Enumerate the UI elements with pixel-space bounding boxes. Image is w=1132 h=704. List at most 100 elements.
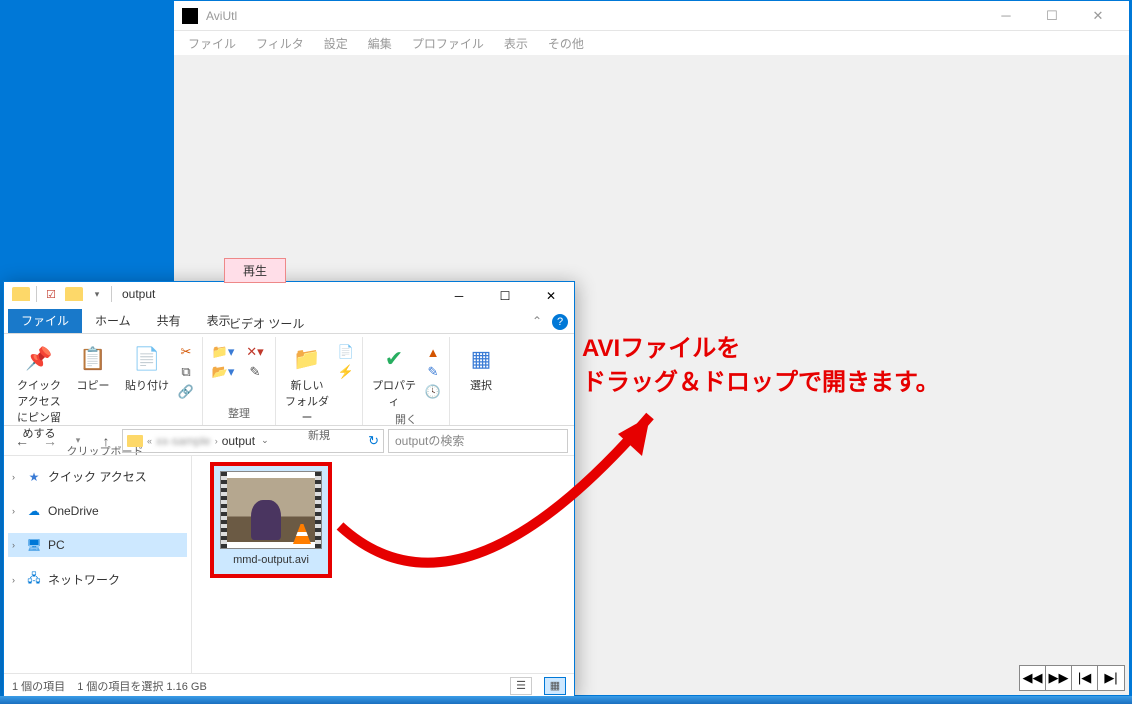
- content-pane[interactable]: mmd-output.avi: [192, 456, 574, 673]
- tab-video-tools[interactable]: ビデオ ツール: [218, 312, 315, 336]
- delete-icon[interactable]: ✕▾: [241, 343, 269, 361]
- qat-dropdown[interactable]: ▾: [89, 286, 105, 302]
- cut-icon[interactable]: ✂: [176, 343, 196, 361]
- aviutl-titlebar[interactable]: AviUtl ─ ☐ ✕: [174, 1, 1129, 31]
- ribbon-group-new: 📁 新しい フォルダー 📄 ⚡ 新規: [276, 337, 363, 425]
- address-bar-row: ← → ▾ ↑ « xx-sample › output ⌄ ↻ outputの…: [4, 426, 574, 456]
- nav-onedrive[interactable]: › ☁ OneDrive: [8, 499, 187, 523]
- menu-edit[interactable]: 編集: [360, 33, 400, 54]
- move-to-icon[interactable]: 📁▾: [209, 343, 237, 361]
- breadcrumb-dropdown-icon[interactable]: ⌄: [259, 435, 271, 446]
- status-bar: 1 個の項目 1 個の項目を選択 1.16 GB ☰ ▦: [4, 673, 574, 697]
- history-icon[interactable]: 🕓: [423, 383, 443, 401]
- quick-access-toolbar: ☑ ▾ output: [4, 282, 163, 306]
- folder-icon: [127, 435, 143, 447]
- nav-pc[interactable]: › 🖥 PC: [8, 533, 187, 557]
- new-folder-button[interactable]: 📁 新しい フォルダー: [282, 343, 332, 425]
- menu-file[interactable]: ファイル: [180, 33, 244, 54]
- refresh-icon[interactable]: ↻: [368, 433, 379, 449]
- ribbon-label-select: [456, 407, 506, 425]
- copy-button[interactable]: 📋 コピー: [68, 343, 118, 393]
- copy-to-icon[interactable]: 📂▾: [209, 363, 237, 381]
- folder-icon: [65, 287, 83, 301]
- back-button[interactable]: ←: [10, 429, 34, 453]
- folder-icon: [12, 287, 30, 301]
- pin-icon: 📌: [23, 343, 55, 375]
- copy-path-icon[interactable]: ⧉: [176, 363, 196, 381]
- ribbon-group-open: ✔ プロパティ ▲ ✎ 🕓 開く: [363, 337, 450, 425]
- easy-access-icon[interactable]: ⚡: [336, 363, 356, 381]
- aviutl-menubar: ファイル フィルタ 設定 編集 プロファイル 表示 その他: [174, 31, 1129, 55]
- caret-icon[interactable]: ›: [12, 575, 15, 585]
- breadcrumb-current[interactable]: output: [222, 434, 255, 448]
- explorer-titlebar[interactable]: ☑ ▾ output 再生 ─ ☐ ✕: [4, 282, 574, 312]
- forward-button[interactable]: ▶▶: [1046, 666, 1072, 690]
- ribbon-label-organize: 整理: [209, 403, 269, 425]
- up-button[interactable]: ↑: [94, 429, 118, 453]
- menu-other[interactable]: その他: [540, 33, 592, 54]
- nav-quick-access[interactable]: › ★ クイック アクセス: [8, 464, 187, 489]
- tab-file[interactable]: ファイル: [8, 309, 82, 333]
- explorer-body: › ★ クイック アクセス › ☁ OneDrive › 🖥 PC › 🖧 ネッ…: [4, 456, 574, 673]
- rewind-button[interactable]: ◀◀: [1020, 666, 1046, 690]
- maximize-button[interactable]: ☐: [482, 282, 528, 310]
- qat-checkbox-icon[interactable]: ☑: [43, 286, 59, 302]
- help-icon[interactable]: ?: [552, 314, 568, 330]
- aviutl-app-icon: [182, 8, 198, 24]
- tab-home[interactable]: ホーム: [82, 309, 144, 333]
- taskbar-strip: [0, 696, 1132, 704]
- network-icon: 🖧: [26, 572, 42, 588]
- caret-icon[interactable]: ›: [12, 540, 15, 550]
- paste-button[interactable]: 📄 貼り付け: [122, 343, 172, 393]
- properties-icon: ✔: [378, 343, 410, 375]
- explorer-window: ☑ ▾ output 再生 ─ ☐ ✕ ファイル ホーム 共有 表示 ビデオ ツ…: [3, 281, 575, 698]
- video-thumbnail: [221, 472, 321, 548]
- menu-profile[interactable]: プロファイル: [404, 33, 492, 54]
- paste-icon: 📄: [131, 343, 163, 375]
- menu-settings[interactable]: 設定: [316, 33, 356, 54]
- copy-icon: 📋: [77, 343, 109, 375]
- new-item-icon[interactable]: 📄: [336, 343, 356, 361]
- search-input[interactable]: outputの検索: [388, 429, 568, 453]
- caret-icon[interactable]: ›: [12, 472, 15, 482]
- playback-controls: ◀◀ ▶▶ |◀ ▶|: [1019, 665, 1125, 691]
- menu-view[interactable]: 表示: [496, 33, 536, 54]
- select-button[interactable]: ▦ 選択: [456, 343, 506, 393]
- open-icon[interactable]: ▲: [423, 343, 443, 361]
- ribbon-group-organize: 📁▾ 📂▾ ✕▾ ✎ 整理: [203, 337, 276, 425]
- close-button[interactable]: ✕: [1075, 1, 1121, 31]
- minimize-button[interactable]: ─: [983, 1, 1029, 31]
- close-button[interactable]: ✕: [528, 282, 574, 310]
- forward-button[interactable]: →: [38, 429, 62, 453]
- minimize-button[interactable]: ─: [436, 282, 482, 310]
- tab-share[interactable]: 共有: [144, 309, 194, 333]
- ribbon-group-select: ▦ 選択: [450, 337, 512, 425]
- breadcrumb-blurred[interactable]: xx-sample: [156, 434, 211, 448]
- context-tab-playback[interactable]: 再生: [224, 258, 286, 283]
- file-tile-mmd-output[interactable]: mmd-output.avi: [210, 462, 332, 578]
- ribbon-collapse-icon[interactable]: ⌃: [532, 314, 542, 330]
- nav-network[interactable]: › 🖧 ネットワーク: [8, 567, 187, 592]
- tiles-view-button[interactable]: ▦: [544, 677, 566, 695]
- skip-end-button[interactable]: ▶|: [1098, 666, 1124, 690]
- star-icon: ★: [26, 469, 42, 485]
- recent-dropdown[interactable]: ▾: [66, 429, 90, 453]
- file-name: mmd-output.avi: [233, 554, 309, 566]
- search-placeholder: outputの検索: [395, 432, 464, 449]
- paste-shortcut-icon[interactable]: 🔗: [176, 383, 196, 401]
- ribbon: 📌 クイック アクセス にピン留めする 📋 コピー 📄 貼り付け ✂ ⧉ 🔗 ク: [4, 334, 574, 426]
- details-view-button[interactable]: ☰: [510, 677, 532, 695]
- maximize-button[interactable]: ☐: [1029, 1, 1075, 31]
- caret-icon[interactable]: ›: [12, 506, 15, 516]
- vlc-overlay-icon: [293, 524, 311, 544]
- rename-icon[interactable]: ✎: [241, 363, 269, 381]
- ribbon-group-clipboard: 📌 クイック アクセス にピン留めする 📋 コピー 📄 貼り付け ✂ ⧉ 🔗 ク: [8, 337, 203, 425]
- new-folder-icon: 📁: [291, 343, 323, 375]
- edit-icon[interactable]: ✎: [423, 363, 443, 381]
- menu-filter[interactable]: フィルタ: [248, 33, 312, 54]
- cloud-icon: ☁: [26, 503, 42, 519]
- address-bar[interactable]: « xx-sample › output ⌄ ↻: [122, 429, 384, 453]
- properties-button[interactable]: ✔ プロパティ: [369, 343, 419, 409]
- skip-start-button[interactable]: |◀: [1072, 666, 1098, 690]
- ribbon-tabs: ファイル ホーム 共有 表示 ビデオ ツール ⌃ ?: [4, 312, 574, 334]
